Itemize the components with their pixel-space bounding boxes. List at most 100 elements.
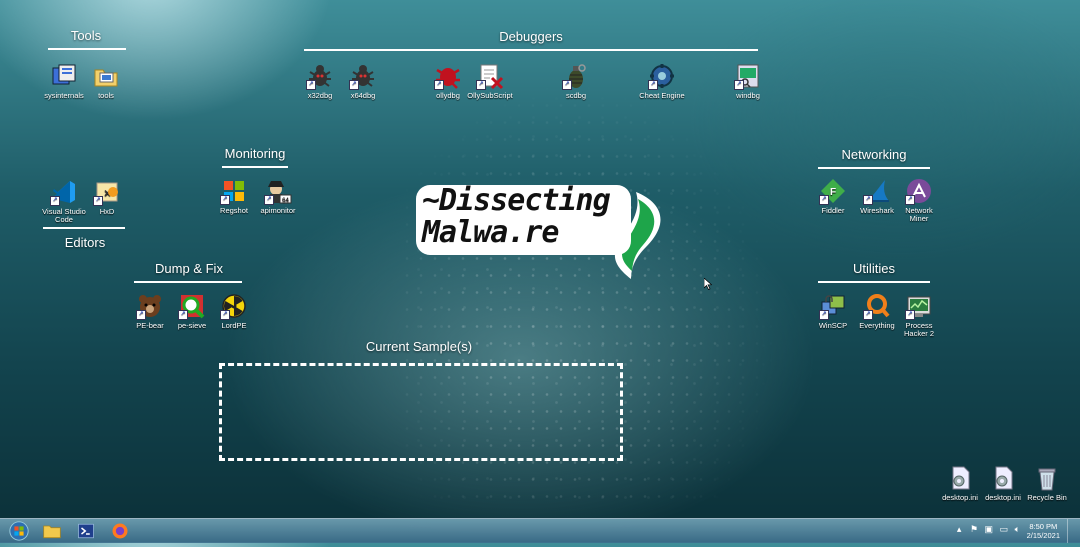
icon-label: Everything: [859, 321, 895, 330]
ollydbg-bug-icon: ↗: [434, 62, 462, 90]
taskbar-explorer-button[interactable]: [34, 520, 70, 542]
powershell-icon: [78, 523, 94, 539]
winscp-icon: ↗: [819, 292, 847, 320]
taskbar-powershell-button[interactable]: [68, 520, 104, 542]
desktop-icon-scdbg[interactable]: ↗ scdbg: [552, 62, 600, 100]
icon-label: Regshot: [220, 206, 248, 215]
desktop: Tools sysinternals tools Debuggers ↗ x32…: [0, 0, 1080, 518]
group-title-dump-fix: Dump & Fix: [155, 261, 223, 276]
taskbar-firefox-button[interactable]: [102, 520, 138, 542]
icon-label: WinSCP: [818, 321, 848, 330]
desktop-icon-windbg[interactable]: ↗ windbg: [724, 62, 772, 100]
shortcut-arrow-icon: ↗: [905, 310, 915, 320]
desktop-icon-lordpe[interactable]: ↗ LordPE: [210, 292, 258, 330]
group-divider-utilities: [818, 281, 930, 283]
network-icon[interactable]: ▭: [1000, 524, 1009, 534]
tray-device-icon[interactable]: ▣: [985, 524, 994, 534]
desktop-icon-network-miner[interactable]: ↗ Network Miner: [895, 177, 943, 223]
desktop-icon-pe-bear[interactable]: ↗ PE-bear: [126, 292, 174, 330]
icon-label: LordPE: [221, 321, 247, 330]
settings-file-icon: [946, 464, 974, 492]
taskbar-clock[interactable]: 8:50 PM 2/15/2021: [1027, 522, 1060, 540]
shortcut-arrow-icon: ↗: [562, 80, 572, 90]
icon-label: Process Hacker 2: [903, 321, 934, 338]
shortcut-arrow-icon: ↗: [306, 80, 316, 90]
regshot-icon: ↗: [220, 177, 248, 205]
desktop-icon-recycle-bin[interactable]: Recycle Bin: [1023, 464, 1071, 502]
icon-label: OllySubScript: [467, 91, 513, 100]
system-tray: ▴ ⚑ ▣ ▭ 🔈︎: [957, 524, 1020, 535]
shortcut-arrow-icon: ↗: [648, 80, 658, 90]
shark-fin-icon: ↗: [863, 177, 891, 205]
shortcut-arrow-icon: ↗: [434, 80, 444, 90]
desktop-icon-desktop-ini-2[interactable]: desktop.ini: [979, 464, 1027, 502]
group-title-networking: Networking: [841, 147, 907, 162]
folder-icon: [43, 525, 61, 539]
radiation-icon: ↗: [220, 292, 248, 320]
action-center-flag-icon[interactable]: ⚑: [970, 524, 978, 534]
desktop-icon-desktop-ini-1[interactable]: desktop.ini: [936, 464, 984, 502]
logo-line-2: Malwa.re: [422, 215, 559, 250]
clock-time: 8:50 PM: [1029, 522, 1058, 531]
icon-label: pe-sieve: [177, 321, 207, 330]
desktop-icon-everything[interactable]: ↗ Everything: [853, 292, 901, 330]
process-hacker-icon: ↗: [905, 292, 933, 320]
icon-label: scdbg: [565, 91, 586, 100]
volume-icon[interactable]: 🔈︎: [1015, 524, 1020, 534]
icon-label: ollydbg: [436, 91, 460, 100]
group-title-editors: Editors: [64, 235, 106, 250]
cheat-engine-icon: ↗: [648, 62, 676, 90]
desktop-icon-pe-sieve[interactable]: ↗ pe-sieve: [168, 292, 216, 330]
desktop-icon-ollydbg[interactable]: ↗ ollydbg: [424, 62, 472, 100]
desktop-icon-x64dbg[interactable]: ↗ x64dbg: [339, 62, 387, 100]
desktop-icon-tools-folder[interactable]: tools: [82, 62, 130, 100]
bear-icon: ↗: [136, 292, 164, 320]
icon-label: x64dbg: [350, 91, 376, 100]
vscode-icon: ↗: [50, 178, 78, 206]
desktop-icon-ollysubscript[interactable]: ↗ OllySubScript: [466, 62, 514, 100]
current-sample-dropzone[interactable]: [219, 363, 623, 461]
tray-expand-icon[interactable]: ▴: [957, 524, 962, 534]
desktop-icon-fiddler[interactable]: F ↗ Fiddler: [809, 177, 857, 215]
grenade-icon: ↗: [562, 62, 590, 90]
start-button[interactable]: [2, 520, 38, 542]
desktop-icon-winscp[interactable]: ↗ WinSCP: [809, 292, 857, 330]
svg-text:64: 64: [282, 198, 289, 204]
group-title-tools: Tools: [70, 28, 102, 43]
icon-label: Wireshark: [860, 206, 894, 215]
settings-file-icon: [989, 464, 1017, 492]
desktop-icon-process-hacker[interactable]: ↗ Process Hacker 2: [895, 292, 943, 338]
desktop-icon-vscode[interactable]: ↗ Visual Studio Code: [40, 178, 88, 224]
desktop-icon-x32dbg[interactable]: ↗ x32dbg: [296, 62, 344, 100]
icon-label: desktop.ini: [942, 493, 978, 502]
sieve-icon: ↗: [178, 292, 206, 320]
icon-label: x32dbg: [307, 91, 333, 100]
icon-label: Network Miner: [905, 206, 933, 223]
group-divider-dump-fix: [134, 281, 242, 283]
shortcut-arrow-icon: ↗: [220, 310, 230, 320]
icon-label: tools: [98, 91, 114, 100]
spy-icon: 64 ↗: [264, 177, 292, 205]
desktop-icon-sysinternals[interactable]: sysinternals: [40, 62, 88, 100]
group-title-monitoring: Monitoring: [224, 146, 286, 161]
show-desktop-button[interactable]: [1067, 519, 1080, 543]
group-title-debuggers: Debuggers: [499, 29, 563, 44]
script-icon: ↗: [476, 62, 504, 90]
desktop-icon-apimonitor[interactable]: 64 ↗ apimonitor: [254, 177, 302, 215]
desktop-icon-regshot[interactable]: ↗ Regshot: [210, 177, 258, 215]
icon-label: apimonitor: [260, 206, 296, 215]
icon-label: Visual Studio Code: [42, 207, 86, 224]
desktop-icon-wireshark[interactable]: ↗ Wireshark: [853, 177, 901, 215]
shortcut-arrow-icon: ↗: [819, 310, 829, 320]
network-miner-icon: ↗: [905, 177, 933, 205]
dissecting-malware-logo: ~Dissecting Malwa.re: [416, 183, 666, 280]
firefox-icon: [112, 523, 128, 539]
desktop-icon-cheat-engine[interactable]: ↗ Cheat Engine: [638, 62, 686, 100]
shortcut-arrow-icon: ↗: [905, 195, 915, 205]
icon-label: sysinternals: [44, 91, 84, 100]
group-title-utilities: Utilities: [853, 261, 895, 276]
desktop-icon-hxd[interactable]: × ↗ HxD: [83, 178, 131, 216]
shortcut-arrow-icon: ↗: [93, 196, 103, 206]
group-divider-tools: [48, 48, 126, 50]
shortcut-arrow-icon: ↗: [819, 195, 829, 205]
